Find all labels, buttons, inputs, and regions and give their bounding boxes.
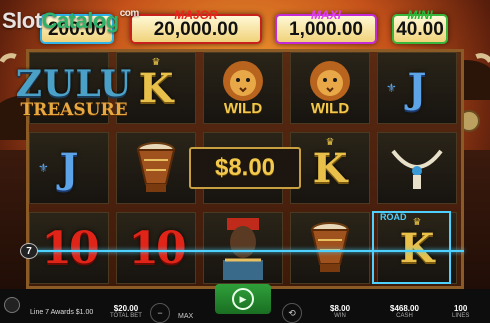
win-display: $8.00 WIN — [330, 304, 350, 319]
reel-cell: ⚜ J — [377, 52, 457, 124]
reel-cell — [290, 212, 370, 284]
reel-cell-wild: WILD — [203, 52, 283, 124]
drum-icon — [310, 222, 350, 272]
lines-display: 100 LINES — [452, 304, 469, 319]
wild-label: WILD — [310, 100, 350, 117]
lion-icon — [310, 61, 350, 101]
autoplay-icon[interactable]: ⟲ — [282, 303, 302, 323]
spin-button[interactable]: ▶ — [215, 284, 271, 314]
line-award-status: Line 7 Awards $1.00 — [30, 309, 94, 316]
max-bet-button[interactable]: MAX — [178, 313, 193, 320]
cash-display: $468.00 CASH — [390, 304, 419, 319]
win-label: WIN — [334, 313, 346, 319]
necklace-icon — [391, 149, 443, 189]
payline — [26, 250, 464, 252]
logo-title: ZULU — [15, 63, 133, 105]
cash-value: $468.00 — [390, 304, 419, 313]
game-logo: ZULU TREASURE — [16, 52, 131, 134]
win-value: $8.00 — [330, 304, 351, 313]
play-icon: ▶ — [232, 288, 254, 310]
cash-label: CASH — [396, 313, 413, 319]
win-amount-popup: $8.00 — [189, 147, 301, 189]
mini-jackpot: MINI 40.00 — [392, 9, 448, 44]
lines-value: 100 — [453, 304, 468, 313]
logo-subtitle: TREASURE — [20, 100, 128, 120]
fleur-icon: ⚜ — [386, 81, 397, 95]
bet-decrease-icon[interactable]: − — [150, 303, 170, 323]
total-bet-value: $20.00 — [113, 304, 139, 313]
watermark-sub: com — [119, 8, 140, 19]
fleur-icon: ⚜ — [38, 161, 49, 175]
watermark-main: Slot — [2, 8, 42, 33]
total-bet-label: TOTAL BET — [110, 313, 142, 319]
reel-cell-wild: WILD — [290, 52, 370, 124]
reel-cell — [377, 132, 457, 204]
reel-cell — [203, 212, 283, 284]
payline-number: 7 — [20, 243, 38, 259]
win-amount: $8.00 — [214, 154, 276, 181]
watermark-overlay: Catalog — [41, 8, 120, 33]
major-jackpot-label: MAJOR — [174, 8, 218, 22]
wild-label: WILD — [223, 100, 263, 117]
highlight-tag: ROAD — [380, 212, 407, 222]
symbol-j: J — [407, 64, 427, 112]
reel-cell: ⚜ J — [29, 132, 109, 204]
reel-cell: ♛ K — [290, 132, 370, 204]
watermark: SlotCatalogcom — [2, 8, 139, 34]
maxi-jackpot-label: MAXI — [311, 8, 341, 22]
major-jackpot-value: 20,000.00 — [153, 19, 239, 40]
symbol-k: K — [312, 144, 348, 192]
mini-jackpot-value: 40.00 — [396, 19, 444, 40]
drum-icon — [136, 142, 176, 192]
total-bet: $20.00 TOTAL BET — [110, 304, 142, 319]
symbol-j: J — [59, 144, 79, 192]
symbol-ten: 10 — [128, 222, 186, 274]
reel-cell: 10 — [29, 212, 109, 284]
menu-icon[interactable] — [4, 297, 20, 313]
mini-jackpot-label: MINI — [407, 8, 433, 22]
maxi-jackpot: MAXI 1,000.00 — [275, 9, 377, 44]
reel-cell: 10 — [116, 212, 196, 284]
crown-icon: ♛ — [325, 137, 335, 148]
symbol-k: K — [138, 64, 174, 112]
maxi-jackpot-value: 1,000.00 — [289, 19, 363, 40]
lion-icon — [223, 61, 263, 101]
crown-icon: ♛ — [151, 57, 161, 68]
major-jackpot: MAJOR 20,000.00 — [130, 9, 262, 44]
warrior-icon — [223, 218, 263, 280]
reel-cell — [116, 132, 196, 204]
lines-label: LINES — [452, 313, 470, 319]
symbol-ten: 10 — [41, 222, 99, 274]
